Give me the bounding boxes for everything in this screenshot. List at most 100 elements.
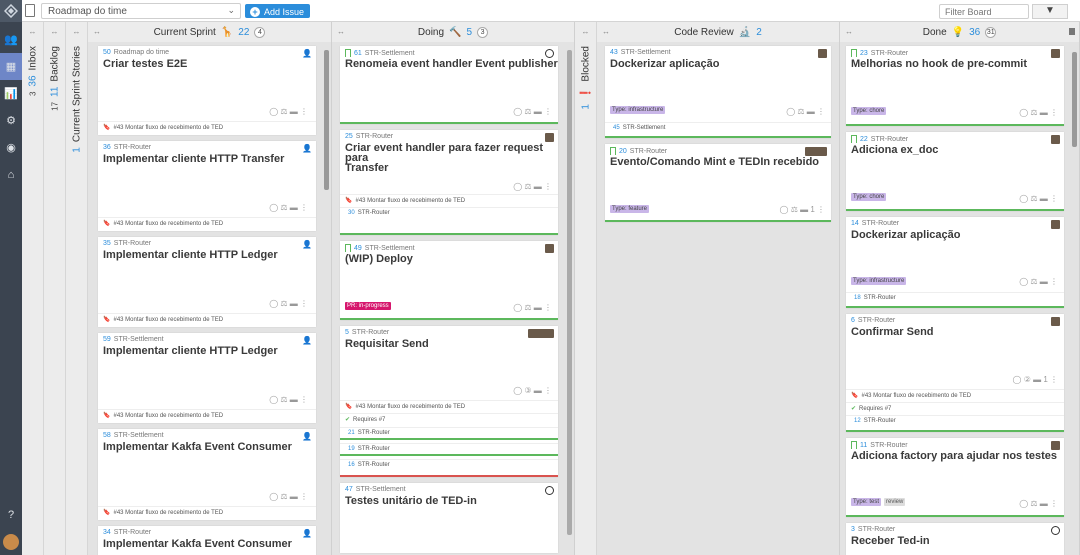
label-badge[interactable]: Type: test	[851, 498, 882, 506]
filter-board-input[interactable]	[939, 4, 1029, 19]
column-blocked[interactable]: ↔ Blocked ❗ 1	[575, 22, 597, 555]
person-icon[interactable]: 👤	[302, 432, 312, 441]
milestone-label[interactable]: #43 Montar fluxo de recebimento de TED	[113, 221, 223, 227]
milestone-label[interactable]: #43 Montar fluxo de recebimento de TED	[113, 413, 223, 419]
issue-card[interactable]: 47 STR-Settlement Testes unitário de TED-…	[340, 483, 558, 553]
user-avatar[interactable]	[0, 528, 22, 555]
issue-card[interactable]: 25 STR-Router Criar event handler para fa…	[340, 130, 558, 235]
issue-card[interactable]: 6 STR-Router Confirmar Send ◯ ② ▬ 1 ⋮ 🔖 #4…	[846, 314, 1064, 432]
expand-icon[interactable]: ↔	[22, 27, 43, 36]
chart-icon[interactable]: 📊	[0, 80, 22, 107]
requires-label[interactable]: Requires #7	[859, 406, 891, 412]
card-actions-icon[interactable]: ◯ ⚖ ▬ ⋮	[513, 107, 552, 116]
scrollbar[interactable]	[324, 50, 329, 190]
issue-title[interactable]: Implementar cliente HTTP Ledger	[103, 346, 278, 357]
column-backlog[interactable]: ↔ Backlog 11 17	[44, 22, 66, 555]
issue-card[interactable]: 35 STR-Router 👤 Implementar cliente HTTP …	[98, 237, 316, 327]
card-actions-icon[interactable]: ◯ ⚖ ▬ ⋮	[1019, 108, 1058, 117]
column-current-sprint-stories[interactable]: ↔ Current Sprint Stories 1	[66, 22, 88, 555]
issue-card[interactable]: 34 STR-Router 👤 Implementar Kakfa Event C…	[98, 526, 316, 555]
card-actions-icon[interactable]: ◯ ③ ▬ ⋮	[513, 386, 552, 395]
assignee-avatars[interactable]	[528, 329, 554, 338]
column-menu-icon[interactable]	[1069, 28, 1075, 35]
issue-title[interactable]: Confirmar Send	[851, 327, 934, 338]
home-icon[interactable]: ⌂	[0, 161, 22, 188]
issue-card[interactable]: 43 STR-Settlement Dockerizar aplicação Ty…	[605, 46, 831, 138]
card-actions-icon[interactable]: ◯ ⚖ ▬ ⋮	[786, 107, 825, 116]
issue-title[interactable]: Implementar Kakfa Event Consumer	[103, 442, 292, 453]
issue-title[interactable]: Dockerizar aplicação	[610, 59, 719, 70]
assignee-avatar[interactable]	[818, 49, 827, 58]
assignee-avatar[interactable]	[1051, 317, 1060, 326]
person-icon[interactable]: 👤	[302, 240, 312, 249]
card-actions-icon[interactable]: ◯ ⚖ ▬ ⋮	[269, 492, 308, 501]
label-badge[interactable]: Type: chore	[851, 107, 887, 115]
card-actions-icon[interactable]: ◯ ⚖ ▬ ⋮	[269, 203, 308, 212]
add-issue-button[interactable]: + Add Issue	[245, 4, 311, 18]
label-badge[interactable]: Type: chore	[851, 193, 887, 201]
assignee-avatar[interactable]	[1051, 49, 1060, 58]
issue-title[interactable]: Receber Ted-in	[851, 536, 930, 547]
issue-card[interactable]: 59 STR-Settlement 👤 Implementar cliente H…	[98, 333, 316, 423]
card-actions-icon[interactable]: ◯ ⚖ ▬ ⋮	[1019, 194, 1058, 203]
milestone-label[interactable]: #43 Montar fluxo de recebimento de TED	[113, 125, 223, 131]
assignee-avatars[interactable]	[805, 147, 827, 156]
issue-title[interactable]: Implementar cliente HTTP Transfer	[103, 154, 284, 165]
issue-card[interactable]: 61 STR-Settlement Renomeia event handler …	[340, 46, 558, 124]
board-icon[interactable]: ▦	[0, 53, 22, 80]
issue-title[interactable]: Criar testes E2E	[103, 59, 187, 70]
issue-title[interactable]: Testes unitário de TED-in	[345, 496, 477, 507]
board-select[interactable]: Roadmap do time ⌄	[41, 3, 241, 19]
scrollbar[interactable]	[567, 50, 572, 535]
assignee-avatar[interactable]	[545, 486, 554, 495]
expand-icon[interactable]: ↔	[575, 27, 596, 36]
issue-title[interactable]: Adiciona factory para ajudar nos testes	[851, 451, 1057, 462]
expand-icon[interactable]: ↔	[44, 27, 65, 36]
issue-card[interactable]: 50 Roadmap do time 👤 Criar testes E2E ◯ ⚖…	[98, 46, 316, 135]
assignee-avatar[interactable]	[545, 49, 554, 58]
gear-icon[interactable]: ⚙	[0, 107, 22, 134]
issue-title[interactable]: Evento/Comando Mint e TEDIn recebido	[610, 157, 819, 168]
issue-title[interactable]: Adiciona ex_doc	[851, 145, 938, 156]
requires-label[interactable]: Requires #7	[353, 417, 385, 423]
assignee-avatar[interactable]	[1051, 526, 1060, 535]
issue-card[interactable]: 11 STR-Router Adiciona factory para ajuda…	[846, 438, 1064, 517]
milestone-label[interactable]: #43 Montar fluxo de recebimento de TED	[861, 393, 971, 399]
label-badge[interactable]: PR: in-progress	[345, 302, 391, 310]
scrollbar[interactable]	[1072, 52, 1077, 147]
card-actions-icon[interactable]: ◯ ② ▬ 1 ⋮	[1013, 375, 1058, 384]
milestone-label[interactable]: #43 Montar fluxo de recebimento de TED	[355, 198, 465, 204]
help-icon[interactable]: ?	[0, 501, 22, 528]
assignee-avatar[interactable]	[545, 133, 554, 142]
milestone-label[interactable]: #43 Montar fluxo de recebimento de TED	[113, 510, 223, 516]
issue-title[interactable]: Criar event handler para fazer request p…	[345, 143, 558, 174]
card-actions-icon[interactable]: ◯ ⚖ ▬ ⋮	[269, 299, 308, 308]
person-icon[interactable]: 👤	[302, 529, 312, 538]
expand-icon[interactable]: ↔	[66, 27, 87, 36]
assignee-avatar[interactable]	[1051, 441, 1060, 450]
label-badge[interactable]: Type: feature	[610, 205, 650, 213]
card-actions-icon[interactable]: ◯ ⚖ ▬ ⋮	[269, 395, 308, 404]
card-actions-icon[interactable]: ◯ ⚖ ▬ 1 ⋮	[780, 205, 825, 214]
issue-title[interactable]: Implementar Kakfa Event Consumer	[103, 539, 292, 550]
label-badge[interactable]: Type: infrastructure	[610, 106, 666, 114]
collapse-icon[interactable]: ↔	[602, 27, 610, 36]
issue-card[interactable]: 36 STR-Router 👤 Implementar cliente HTTP …	[98, 141, 316, 231]
card-actions-icon[interactable]: ◯ ⚖ ▬ ⋮	[513, 182, 552, 191]
issue-title[interactable]: Renomeia event handler Event publisher	[345, 59, 558, 70]
issue-title[interactable]: (WIP) Deploy	[345, 254, 413, 265]
issue-card[interactable]: 14 STR-Router Dockerizar aplicação Type: …	[846, 217, 1064, 308]
collapse-icon[interactable]: ↔	[93, 27, 101, 36]
collapse-icon[interactable]: ↔	[845, 27, 853, 36]
card-actions-icon[interactable]: ◯ ⚖ ▬ ⋮	[269, 107, 308, 116]
milestone-label[interactable]: #43 Montar fluxo de recebimento de TED	[355, 404, 465, 410]
issue-title[interactable]: Requisitar Send	[345, 339, 429, 350]
issue-title[interactable]: Dockerizar aplicação	[851, 230, 960, 241]
logo-icon[interactable]	[0, 0, 22, 22]
card-actions-icon[interactable]: ◯ ⚖ ▬ ⋮	[1019, 499, 1058, 508]
card-actions-icon[interactable]: ◯ ⚖ ▬ ⋮	[1019, 277, 1058, 286]
issue-card[interactable]: 22 STR-Router Adiciona ex_doc Type: chore…	[846, 132, 1064, 211]
issue-card[interactable]: 3 STR-Router Receber Ted-in	[846, 523, 1064, 555]
issue-card[interactable]: 5 STR-Router Requisitar Send ◯ ③ ▬ ⋮ 🔖 #43…	[340, 326, 558, 477]
people-icon[interactable]: 👥	[0, 26, 22, 53]
